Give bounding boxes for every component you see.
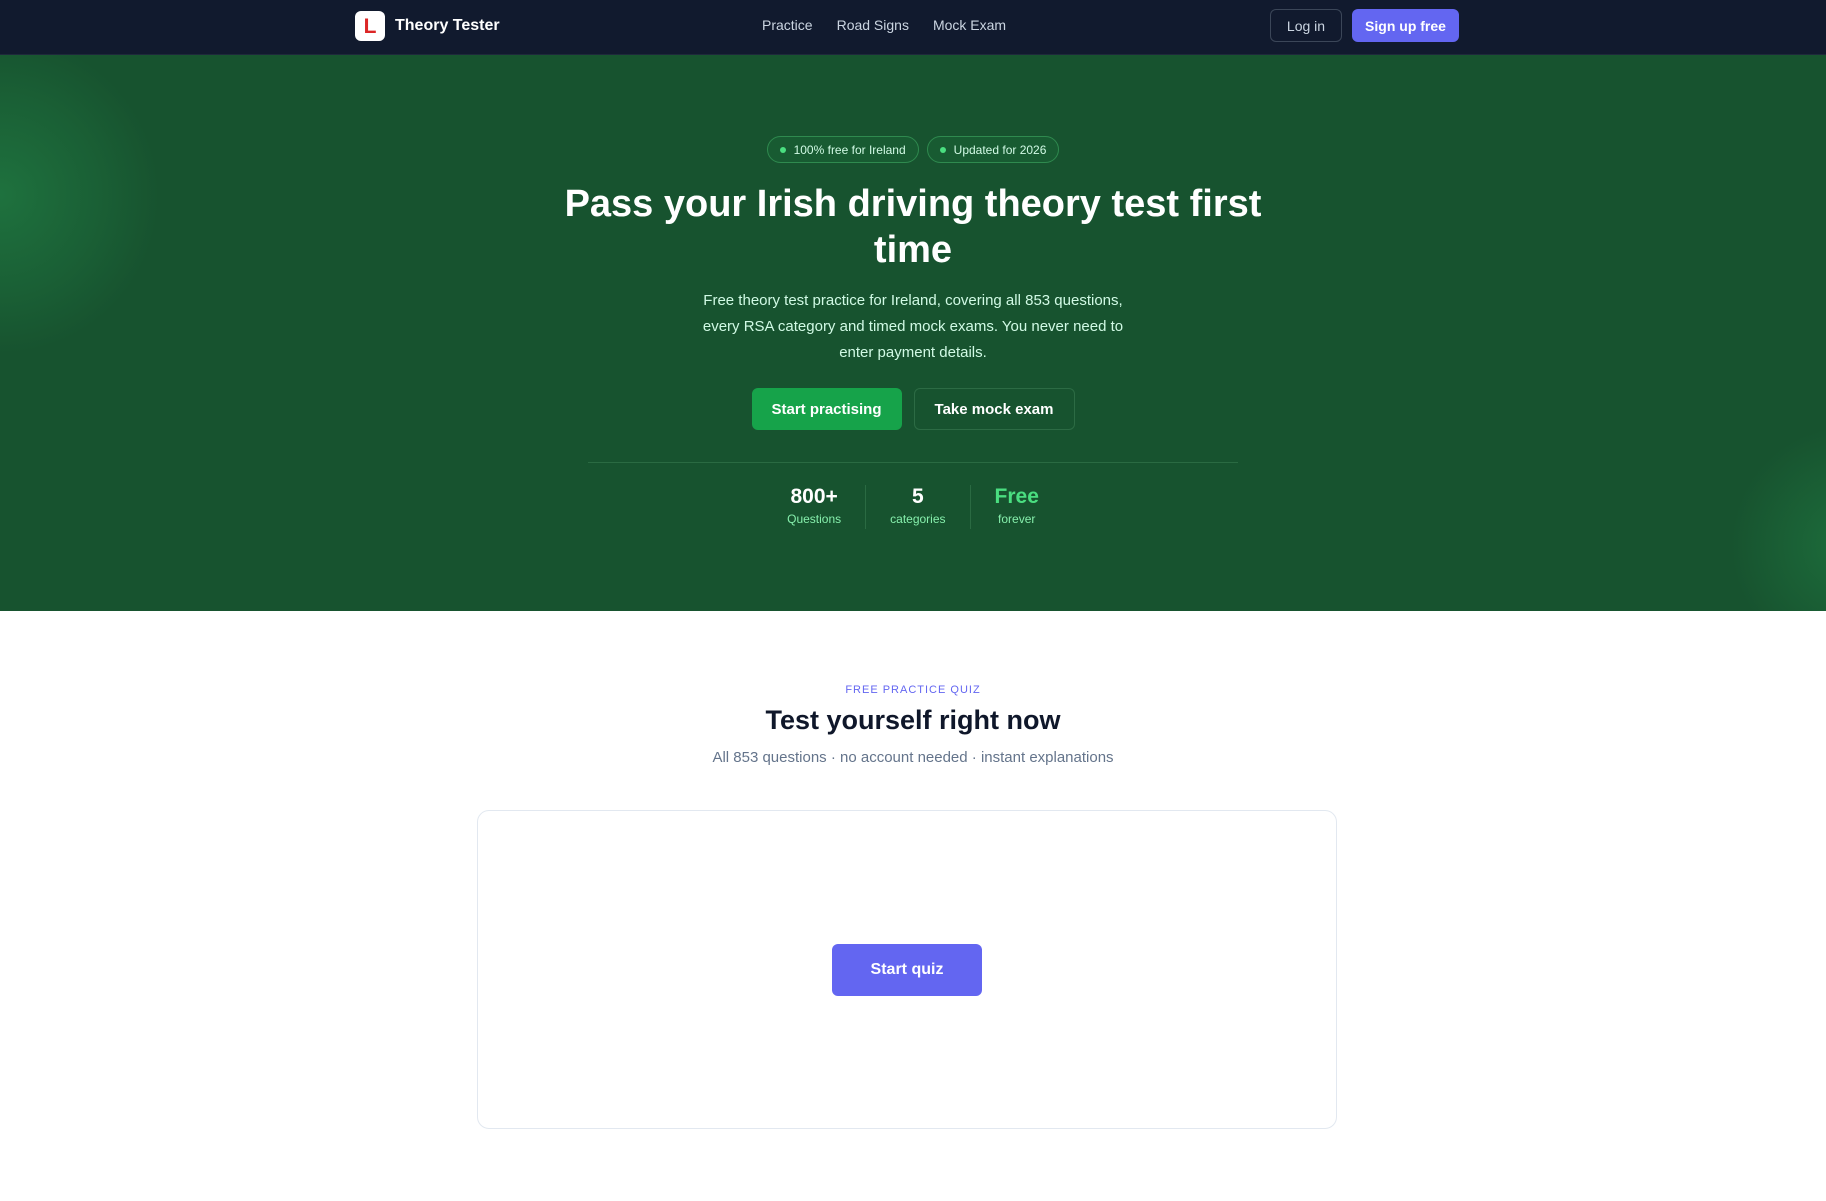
brand-name: Theory Tester [395,17,500,34]
logo-letter: L [363,14,377,38]
badge-label: Updated for 2026 [953,142,1047,157]
stat-free: Free forever [969,485,1063,529]
status-dot-icon [779,146,786,153]
hero-cta-row: Start practising Take mock exam [0,388,1826,430]
decorative-glow [0,55,160,355]
nav-link-road-signs[interactable]: Road Signs [837,17,909,33]
stat-label: forever [998,512,1036,526]
hero-section: 100% free for Ireland Updated for 2026 P… [0,55,1826,611]
stat-questions: 800+ Questions [763,485,865,529]
primary-nav: Practice Road Signs Mock Exam [762,17,1006,33]
stat-value: 800+ [790,485,838,508]
section-title: Test yourself right now [765,705,1061,735]
top-navbar: L Theory Tester Practice Road Signs Mock… [0,0,1826,55]
badge-updated: Updated for 2026 [926,136,1060,163]
section-subtitle: All 853 questions · no account needed · … [712,749,1114,766]
status-dot-icon [939,146,946,153]
section-kicker: FREE PRACTICE QUIZ [845,684,981,696]
stat-label: Questions [787,512,842,526]
start-practising-button[interactable]: Start practising [751,388,902,430]
badge-label: 100% free for Ireland [793,142,906,157]
hero-subtitle: Free theory test practice for Ireland, c… [702,292,1124,361]
nav-link-practice[interactable]: Practice [762,17,813,33]
hero-badges: 100% free for Ireland Updated for 2026 [0,136,1826,163]
stat-label: categories [890,512,946,526]
stat-value: Free [994,485,1039,508]
navbar-inner: L Theory Tester Practice Road Signs Mock… [355,0,1459,55]
login-button[interactable]: Log in [1270,9,1342,42]
brand-link[interactable]: L Theory Tester [355,11,500,41]
hero-divider [588,462,1238,463]
hero-stats: 800+ Questions 5 categories Free forever [0,485,1826,529]
stat-categories: 5 categories [865,485,969,529]
take-mock-exam-button[interactable]: Take mock exam [913,388,1075,430]
quiz-card: Start quiz [477,810,1337,1129]
signup-button[interactable]: Sign up free [1352,9,1459,42]
hero-title: Pass your Irish driving theory test firs… [564,183,1262,271]
stat-value: 5 [911,485,924,508]
learner-plate-logo: L [355,11,385,41]
start-quiz-button[interactable]: Start quiz [832,944,982,996]
nav-link-mock-exam[interactable]: Mock Exam [933,17,1006,33]
badge-free-ireland: 100% free for Ireland [766,136,919,163]
